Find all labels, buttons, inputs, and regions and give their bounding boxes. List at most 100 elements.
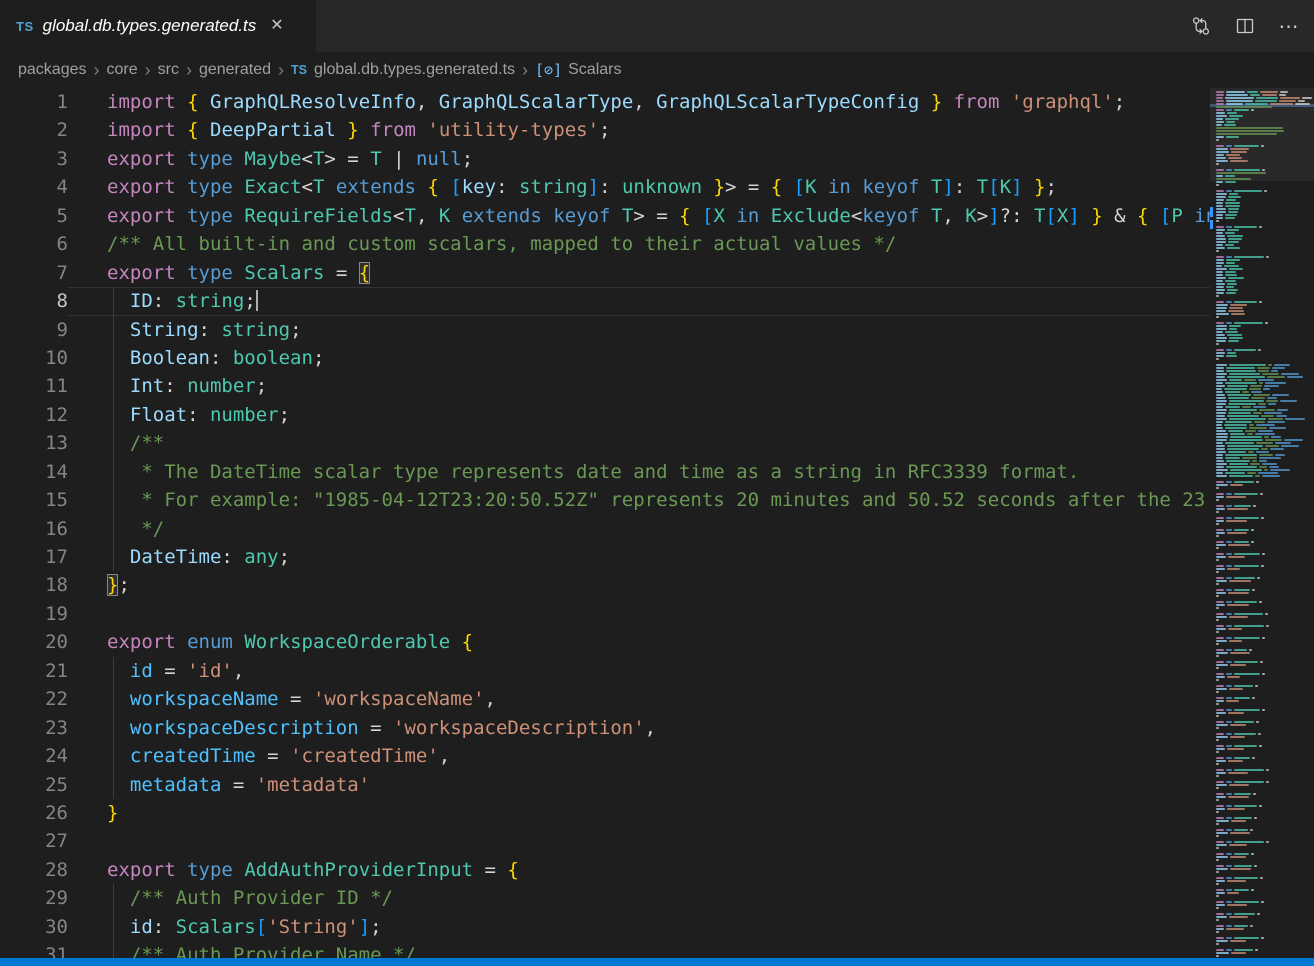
code-line[interactable]: 5export type RequireFields<T, K extends … xyxy=(0,202,1210,230)
status-bar[interactable] xyxy=(0,958,1314,966)
more-actions-icon[interactable]: ⋯ xyxy=(1274,11,1304,41)
code-line[interactable]: 25 metadata = 'metadata' xyxy=(0,771,1210,799)
line-content[interactable]: workspaceName = 'workspaceName', xyxy=(68,685,1210,713)
line-content[interactable]: /** Auth Provider ID */ xyxy=(68,884,1210,912)
line-number[interactable]: 9 xyxy=(0,316,68,344)
line-content[interactable]: import { GraphQLResolveInfo, GraphQLScal… xyxy=(68,88,1210,116)
line-number[interactable]: 20 xyxy=(0,628,68,656)
code-line[interactable]: 7export type Scalars = { xyxy=(0,259,1210,287)
line-number[interactable]: 21 xyxy=(0,657,68,685)
code-line[interactable]: 27 xyxy=(0,827,1210,855)
code-line[interactable]: 16 */ xyxy=(0,515,1210,543)
code-line[interactable]: 14 * The DateTime scalar type represents… xyxy=(0,458,1210,486)
code-line[interactable]: 13 /** xyxy=(0,429,1210,457)
code-line[interactable]: 15 * For example: "1985-04-12T23:20:50.5… xyxy=(0,486,1210,514)
code-line[interactable]: 1import { GraphQLResolveInfo, GraphQLSca… xyxy=(0,88,1210,116)
code-line[interactable]: 4export type Exact<T extends { [key: str… xyxy=(0,173,1210,201)
line-number[interactable]: 26 xyxy=(0,799,68,827)
code-line[interactable]: 10 Boolean: boolean; xyxy=(0,344,1210,372)
line-content[interactable]: /** xyxy=(68,429,1210,457)
code-line[interactable]: 8 ID: string; xyxy=(0,287,1210,315)
line-number[interactable]: 22 xyxy=(0,685,68,713)
line-content[interactable]: DateTime: any; xyxy=(68,543,1210,571)
compare-changes-icon[interactable] xyxy=(1186,11,1216,41)
breadcrumb-item-scalars[interactable]: ›[⊘]Scalars xyxy=(515,60,621,81)
line-content[interactable]: * For example: "1985-04-12T23:20:50.52Z"… xyxy=(68,486,1210,514)
code-line[interactable]: 17 DateTime: any; xyxy=(0,543,1210,571)
breadcrumb-item-packages[interactable]: packages xyxy=(18,61,87,79)
line-content[interactable]: * The DateTime scalar type represents da… xyxy=(68,458,1210,486)
line-number[interactable]: 2 xyxy=(0,116,68,144)
line-number[interactable]: 10 xyxy=(0,344,68,372)
line-number[interactable]: 8 xyxy=(0,287,68,315)
line-content[interactable]: Float: number; xyxy=(68,401,1210,429)
line-content[interactable]: metadata = 'metadata' xyxy=(68,771,1210,799)
line-number[interactable]: 29 xyxy=(0,884,68,912)
line-number[interactable]: 13 xyxy=(0,429,68,457)
line-content[interactable]: }; xyxy=(68,571,1210,599)
line-content[interactable] xyxy=(68,600,1210,628)
code-line[interactable]: 11 Int: number; xyxy=(0,372,1210,400)
line-number[interactable]: 31 xyxy=(0,941,68,958)
breadcrumb-item-generated[interactable]: ›generated xyxy=(179,60,271,81)
code-line[interactable]: 19 xyxy=(0,600,1210,628)
line-content[interactable]: export type RequireFields<T, K extends k… xyxy=(68,202,1210,230)
line-number[interactable]: 27 xyxy=(0,827,68,855)
line-content[interactable]: export type Maybe<T> = T | null; xyxy=(68,145,1210,173)
line-content[interactable]: import { DeepPartial } from 'utility-typ… xyxy=(68,116,1210,144)
line-number[interactable]: 15 xyxy=(0,486,68,514)
line-content[interactable]: export type Exact<T extends { [key: stri… xyxy=(68,173,1210,201)
line-content[interactable]: id: Scalars['String']; xyxy=(68,913,1210,941)
code-line[interactable]: 28export type AddAuthProviderInput = { xyxy=(0,856,1210,884)
code-line[interactable]: 3export type Maybe<T> = T | null; xyxy=(0,145,1210,173)
line-content[interactable] xyxy=(68,827,1210,855)
split-editor-icon[interactable] xyxy=(1230,11,1260,41)
line-number[interactable]: 30 xyxy=(0,913,68,941)
editor-tab[interactable]: TS global.db.types.generated.ts ✕ xyxy=(0,0,316,52)
line-number[interactable]: 28 xyxy=(0,856,68,884)
line-content[interactable]: Int: number; xyxy=(68,372,1210,400)
code-line[interactable]: 29 /** Auth Provider ID */ xyxy=(0,884,1210,912)
code-line[interactable]: 31 /** Auth Provider Name */ xyxy=(0,941,1210,958)
breadcrumb-item-core[interactable]: ›core xyxy=(87,60,138,81)
breadcrumb-item-global-db-types-generated-ts[interactable]: ›TSglobal.db.types.generated.ts xyxy=(271,60,515,81)
line-number[interactable]: 24 xyxy=(0,742,68,770)
line-number[interactable]: 12 xyxy=(0,401,68,429)
line-content[interactable]: createdTime = 'createdTime', xyxy=(68,742,1210,770)
line-content[interactable]: /** Auth Provider Name */ xyxy=(68,941,1210,958)
code-line[interactable]: 20export enum WorkspaceOrderable { xyxy=(0,628,1210,656)
line-content[interactable]: id = 'id', xyxy=(68,657,1210,685)
line-content[interactable]: export type Scalars = { xyxy=(68,259,1210,287)
line-content[interactable]: export enum WorkspaceOrderable { xyxy=(68,628,1210,656)
code-line[interactable]: 9 String: string; xyxy=(0,316,1210,344)
code-area[interactable]: 1import { GraphQLResolveInfo, GraphQLSca… xyxy=(0,88,1210,958)
code-line[interactable]: 23 workspaceDescription = 'workspaceDesc… xyxy=(0,714,1210,742)
code-line[interactable]: 24 createdTime = 'createdTime', xyxy=(0,742,1210,770)
line-number[interactable]: 5 xyxy=(0,202,68,230)
code-line[interactable]: 26} xyxy=(0,799,1210,827)
line-number[interactable]: 16 xyxy=(0,515,68,543)
close-icon[interactable]: ✕ xyxy=(270,18,283,34)
line-number[interactable]: 11 xyxy=(0,372,68,400)
line-number[interactable]: 7 xyxy=(0,259,68,287)
code-line[interactable]: 18}; xyxy=(0,571,1210,599)
line-content[interactable]: Boolean: boolean; xyxy=(68,344,1210,372)
line-number[interactable]: 1 xyxy=(0,88,68,116)
line-content[interactable]: } xyxy=(68,799,1210,827)
line-content[interactable]: */ xyxy=(68,515,1210,543)
line-content[interactable]: ID: string; xyxy=(68,287,1210,315)
line-content[interactable]: String: string; xyxy=(68,316,1210,344)
minimap[interactable] xyxy=(1210,88,1314,958)
code-line[interactable]: 2import { DeepPartial } from 'utility-ty… xyxy=(0,116,1210,144)
line-number[interactable]: 14 xyxy=(0,458,68,486)
line-number[interactable]: 4 xyxy=(0,173,68,201)
line-number[interactable]: 23 xyxy=(0,714,68,742)
code-line[interactable]: 21 id = 'id', xyxy=(0,657,1210,685)
code-line[interactable]: 6/** All built-in and custom scalars, ma… xyxy=(0,230,1210,258)
line-content[interactable]: export type AddAuthProviderInput = { xyxy=(68,856,1210,884)
line-number[interactable]: 3 xyxy=(0,145,68,173)
line-number[interactable]: 18 xyxy=(0,571,68,599)
line-number[interactable]: 6 xyxy=(0,230,68,258)
code-line[interactable]: 30 id: Scalars['String']; xyxy=(0,913,1210,941)
line-content[interactable]: /** All built-in and custom scalars, map… xyxy=(68,230,1210,258)
